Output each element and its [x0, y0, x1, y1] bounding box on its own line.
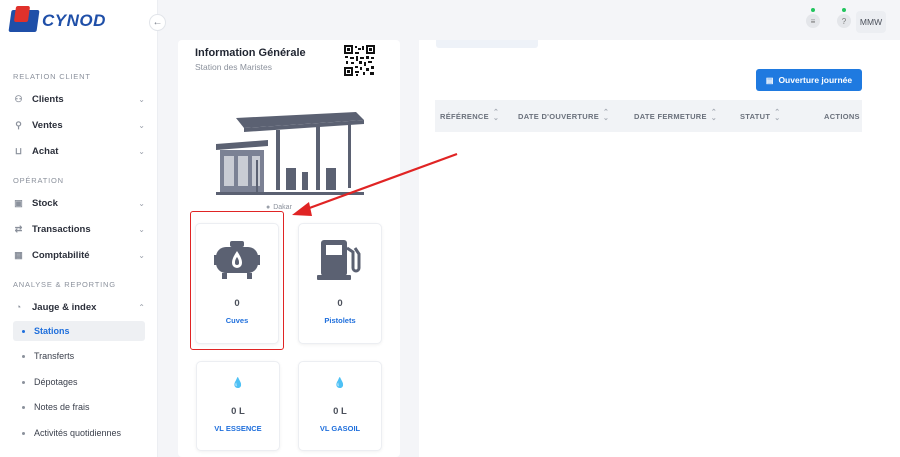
sidebar-subitem-notes-de-frais[interactable]: Notes de frais [13, 397, 145, 417]
tile-value: 0 [337, 298, 343, 309]
status-dot [842, 8, 846, 12]
sidebar-subitem-label: Transferts [34, 351, 75, 361]
fuel-drop-icon: 💧 [231, 378, 245, 389]
calendar-icon: ▤ [765, 75, 774, 85]
sidebar-item-jauge-index[interactable]: ◔ Jauge & index ⌃ [13, 298, 149, 316]
chevron-down-icon: ⌄ [138, 94, 145, 104]
bullet-icon [22, 405, 25, 409]
fuel-pump-icon [317, 240, 361, 280]
column-header-actions: ACTIONS [824, 100, 860, 132]
chevron-down-icon: ⌄ [138, 250, 145, 260]
logo-text: CYNOD [42, 11, 106, 30]
user-avatar[interactable]: MMW [856, 11, 886, 33]
sidebar-item-label: Achat [32, 145, 59, 157]
sort-icon: ⌃ ⌄ [710, 109, 717, 122]
column-label: ACTIONS [824, 111, 860, 121]
sort-icon: ⌃ ⌄ [603, 109, 610, 122]
sales-icon: ⚲ [15, 119, 22, 130]
box-icon: ▣ [14, 197, 23, 208]
bullet-icon [22, 354, 25, 358]
status-dot [811, 8, 815, 12]
column-header-date-fermeture[interactable]: DATE FERMETURE ⌃ ⌄ [634, 100, 717, 132]
sidebar-item-ventes[interactable]: ⚲ Ventes ⌄ [13, 116, 149, 134]
bullet-icon [22, 329, 25, 333]
tile-vl-essence[interactable]: 💧 0 L VL ESSENCE [196, 361, 280, 451]
sidebar-item-achat[interactable]: ⊔ Achat ⌄ [13, 142, 149, 160]
fuel-drop-icon: 💧 [333, 378, 347, 389]
sidebar-subitem-label: Activités quotidiennes [34, 428, 122, 438]
sidebar-item-clients[interactable]: ⚇ Clients ⌄ [13, 90, 149, 108]
tile-label: VL ESSENCE [214, 424, 262, 433]
grid-icon: ▦ [14, 249, 23, 260]
column-label: DATE D'OUVERTURE [518, 111, 600, 121]
sidebar-item-comptabilite[interactable]: ▦ Comptabilité ⌄ [13, 246, 149, 264]
sidebar: CYNOD RELATION CLIENT ⚇ Clients ⌄ ⚲ Vent… [0, 0, 158, 457]
tile-value: 0 L [231, 406, 245, 417]
sort-icon: ⌃ ⌄ [492, 109, 500, 122]
gas-station-illustration [216, 112, 364, 195]
column-label: RÉFÉRENCE [440, 111, 489, 121]
table-header: RÉFÉRENCE ⌃ ⌄ DATE D'OUVERTURE ⌃ ⌄ DATE FE… [435, 100, 862, 132]
tile-label: VL GASOIL [319, 424, 361, 433]
tile-label: Pistolets [324, 316, 356, 325]
chevron-up-icon: ⌃ [138, 302, 145, 312]
sidebar-subitem-label: Dépotages [34, 377, 78, 387]
tab-indicator[interactable] [436, 40, 538, 48]
open-day-button[interactable]: ▤ Ouverture journée [756, 69, 862, 91]
map-pin-icon: ● [266, 204, 271, 211]
sidebar-subitem-label: Stations [34, 326, 70, 336]
sidebar-subitem-label: Notes de frais [34, 402, 90, 412]
column-header-date-ouverture[interactable]: DATE D'OUVERTURE ⌃ ⌄ [518, 100, 609, 132]
bullet-icon [22, 431, 25, 435]
sidebar-item-label: Comptabilité [32, 249, 90, 261]
station-location: ● Dakar [266, 204, 292, 211]
pie-chart-icon: ◔ [15, 302, 22, 312]
section-title-relation-client: RELATION CLIENT [13, 72, 91, 81]
collapse-sidebar-button[interactable]: ← [149, 14, 166, 31]
sidebar-item-label: Ventes [32, 119, 63, 131]
section-title-analyse-reporting: ANALYSE & REPORTING [13, 280, 116, 289]
sidebar-item-label: Stock [32, 197, 58, 209]
chevron-down-icon: ⌄ [138, 146, 145, 156]
tile-value: 0 L [333, 406, 347, 417]
highlight-box [190, 211, 284, 350]
sidebar-item-stock[interactable]: ▣ Stock ⌄ [13, 194, 149, 212]
chevron-down-icon: ⌄ [138, 224, 145, 234]
chevron-down-icon: ⌄ [138, 120, 145, 130]
sidebar-subitem-stations[interactable]: Stations [13, 321, 145, 341]
column-header-reference[interactable]: RÉFÉRENCE ⌃ ⌄ [440, 100, 499, 132]
column-label: STATUT [740, 111, 771, 121]
logo-mark [8, 10, 40, 32]
sidebar-subitem-depotages[interactable]: Dépotages [13, 372, 145, 392]
station-name: Station des Maristes [195, 62, 273, 72]
sidebar-item-label: Clients [32, 93, 64, 105]
section-title-operation: OPÉRATION [13, 176, 64, 185]
sort-icon: ⌃ ⌄ [774, 109, 781, 122]
basket-icon: ⊔ [14, 145, 23, 156]
transactions-icon: ⇄ [14, 223, 23, 234]
logo[interactable]: CYNOD [8, 10, 106, 32]
open-day-label: Ouverture journée [778, 75, 853, 85]
sidebar-item-label: Jauge & index [32, 301, 97, 313]
tile-vl-gasoil[interactable]: 💧 0 L VL GASOIL [298, 361, 382, 451]
qr-code-icon[interactable] [344, 45, 375, 76]
column-label: DATE FERMETURE [634, 111, 707, 121]
sidebar-item-label: Transactions [32, 223, 91, 235]
location-label: Dakar [273, 204, 292, 211]
tile-pistolets[interactable]: 0 Pistolets [298, 223, 382, 344]
sidebar-subitem-transferts[interactable]: Transferts [13, 346, 145, 366]
bullet-icon [22, 380, 25, 384]
sidebar-subitem-activites-quotidiennes[interactable]: Activités quotidiennes [13, 423, 145, 443]
sidebar-item-transactions[interactable]: ⇄ Transactions ⌄ [13, 220, 149, 238]
notifications-icon[interactable]: ≡ [806, 14, 820, 28]
info-title: Information Générale [195, 47, 306, 59]
chevron-down-icon: ⌄ [138, 198, 145, 208]
help-icon[interactable]: ? [837, 14, 851, 28]
column-header-statut[interactable]: STATUT ⌃ ⌄ [740, 100, 780, 132]
clients-icon: ⚇ [14, 93, 23, 104]
